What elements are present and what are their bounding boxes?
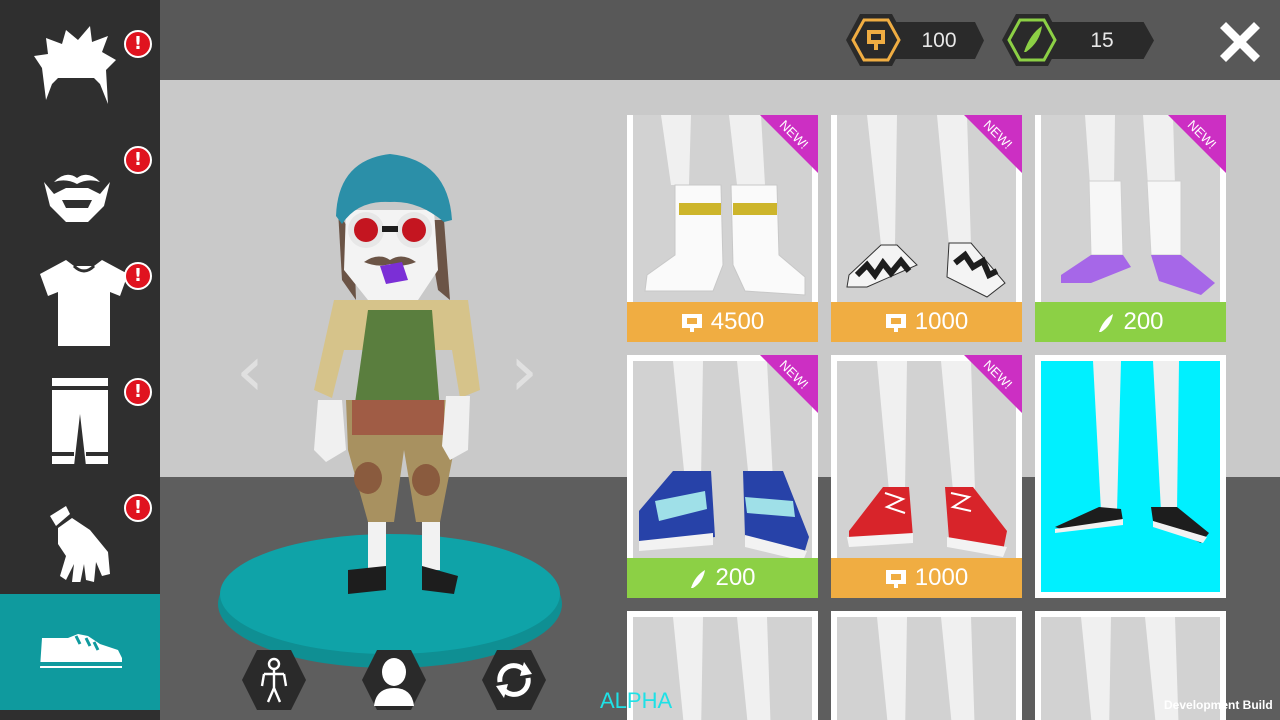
new-ribbon: NEW! [964,355,1022,413]
shoe-icon [40,634,122,668]
shop-item-red-high-tops[interactable]: NEW! 1000 [831,355,1022,598]
body-view-button[interactable] [240,648,308,712]
shop-item-blue-velcro-sneakers[interactable]: NEW! 200 [627,355,818,598]
category-pants[interactable]: ! [0,354,160,470]
category-shoes[interactable] [0,594,160,710]
category-shirt[interactable]: ! [0,236,160,352]
price-tag: 1000 [831,558,1022,598]
glove-icon [50,506,110,582]
shop-item-partial[interactable] [831,611,1022,720]
item-preview [837,617,1016,720]
alert-badge: ! [124,494,152,522]
feather-value: 15 [1050,22,1154,59]
alert-badge: ! [124,30,152,58]
new-ribbon: NEW! [964,115,1022,173]
alert-badge: ! [124,262,152,290]
coin-icon [885,569,906,588]
price-tag: 1000 [831,302,1022,342]
beard-icon [44,174,110,222]
customize-screen: ! ! ! ! ! 100 15 ‹ › NEW! 4500 NEW! 1000… [0,0,1280,720]
feather-icon [1002,14,1062,66]
price-tag: 200 [627,558,818,598]
new-ribbon: NEW! [1168,115,1226,173]
alert-badge: ! [124,378,152,406]
category-beard[interactable]: ! [0,118,160,234]
item-preview [1041,361,1220,592]
feather-icon [691,569,706,588]
category-gloves[interactable]: ! [0,472,160,588]
coin-icon [681,313,702,332]
shop-item-purple-flats[interactable]: NEW! 200 [1035,115,1226,342]
price-tag: 4500 [627,302,818,342]
close-icon[interactable] [1214,16,1266,68]
new-ribbon: NEW! [760,355,818,413]
alert-badge: ! [124,146,152,174]
coin-icon [846,14,906,66]
pants-icon [52,378,108,464]
shop-item-checkered-slip-ons[interactable]: NEW! 1000 [831,115,1022,342]
price-tag: 200 [1035,302,1226,342]
new-ribbon: NEW! [760,115,818,173]
coin-icon [885,313,906,332]
shirt-icon [40,260,128,346]
feather-icon [1099,313,1114,332]
head-view-button[interactable] [360,648,428,712]
shop-item-black-sneakers-selected[interactable] [1035,355,1226,598]
shop-item-white-boots[interactable]: NEW! 4500 [627,115,818,342]
category-sidebar: ! ! ! ! ! [0,0,160,720]
hair-icon [34,26,116,104]
category-hair[interactable]: ! [0,0,160,116]
rotate-view-button[interactable] [480,648,548,712]
alpha-label: ALPHA [600,688,673,713]
dev-build-label: Development Build [1164,698,1273,712]
character-preview [218,154,562,668]
